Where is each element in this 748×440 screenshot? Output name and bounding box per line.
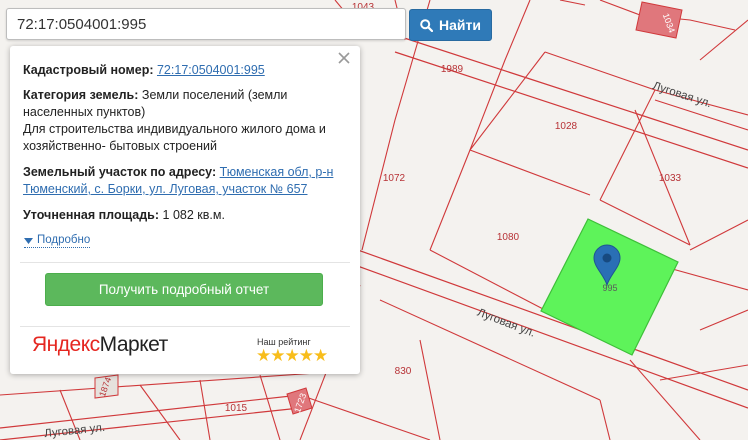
market-logo-text: Маркет — [99, 333, 169, 356]
parcel-label-1015: 1015 — [225, 403, 248, 414]
parcel-label-1072: 1072 — [383, 173, 406, 184]
cadastral-number-label: Кадастровый номер: — [23, 63, 154, 77]
search-icon — [420, 18, 434, 32]
address-label: Земельный участок по адресу: — [23, 165, 217, 179]
parcel-label-1989: 1989 — [441, 64, 464, 75]
parcel-info-popup: Кадастровый номер: 72:17:0504001:995 Кат… — [10, 46, 360, 374]
address-row: Земельный участок по адресу: Тюменская о… — [23, 164, 346, 198]
divider-bottom — [20, 326, 350, 327]
parcel-label-830: 830 — [395, 366, 412, 377]
find-button-label: Найти — [439, 17, 481, 33]
cadastral-number-row: Кадастровый номер: 72:17:0504001:995 — [23, 62, 346, 79]
search-box — [6, 8, 406, 40]
cadastral-number-link[interactable]: 72:17:0504001:995 — [157, 63, 265, 77]
land-category-label: Категория земель: — [23, 88, 139, 102]
parcel-label-1080: 1080 — [497, 232, 520, 243]
parcel-label-1028: 1028 — [555, 121, 578, 132]
more-details-toggle[interactable]: Подробно — [24, 234, 91, 248]
area-label: Уточненная площадь: — [23, 208, 160, 222]
land-usage-text: Для строительства индивидуального жилого… — [23, 122, 326, 153]
area-value: 1 082 кв.м. — [162, 208, 225, 222]
yandex-market-logo[interactable]: ЯндексМаркет — [32, 333, 169, 356]
area-row: Уточненная площадь: 1 082 кв.м. — [23, 207, 346, 224]
get-report-button[interactable]: Получить подробный отчет — [45, 273, 323, 306]
divider-top — [20, 262, 350, 263]
cadastral-search-input[interactable] — [7, 9, 405, 39]
yandex-logo-text: Яндекс — [32, 333, 100, 356]
land-category-row: Категория земель: Земли поселений (земли… — [23, 87, 346, 155]
find-button[interactable]: Найти — [409, 9, 492, 41]
parcel-label-995: 995 — [602, 283, 617, 293]
more-details-label: Подробно — [37, 234, 91, 246]
rating-stars-icon: ★★★★★ — [256, 346, 328, 365]
parcel-label-1033: 1033 — [659, 173, 682, 184]
caret-down-icon — [24, 237, 33, 244]
